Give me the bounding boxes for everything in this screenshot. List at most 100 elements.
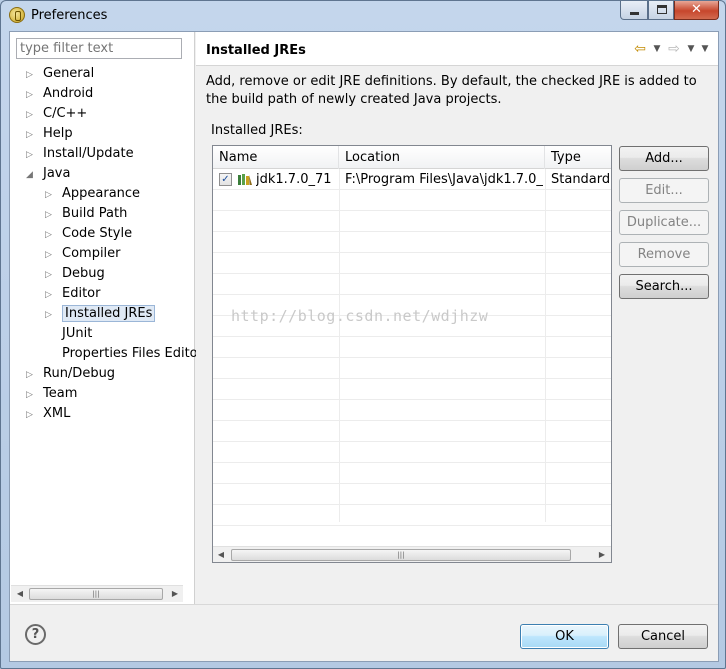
- empty-table-row: [213, 253, 611, 274]
- collapsed-arrow-icon[interactable]: ▷: [24, 365, 35, 385]
- scroll-right-icon[interactable]: ▶: [594, 547, 610, 562]
- scroll-thumb[interactable]: |||: [231, 549, 571, 561]
- tree-item-label: Compiler: [62, 246, 121, 261]
- page-header: Installed JREs ⇦ ▼ ⇨ ▼ ▼: [196, 32, 718, 66]
- preference-tree-pane: ▷ General ▷ Android ▷ C/C++ ▷ Help ▷ Install/Upda…: [10, 32, 198, 604]
- empty-table-row: [213, 190, 611, 211]
- column-header-name[interactable]: Name: [213, 146, 339, 169]
- collapsed-arrow-icon[interactable]: ▷: [43, 305, 54, 325]
- tree-item-label: Code Style: [62, 226, 133, 241]
- tree-item[interactable]: ▷ Appearance: [43, 184, 140, 204]
- tree-item[interactable]: ▷ Compiler: [43, 244, 121, 265]
- tree-item-label: General: [43, 66, 95, 81]
- tree-item[interactable]: ▷ Help: [24, 124, 73, 144]
- empty-table-row: [213, 211, 611, 232]
- tree-item-label: Install/Update: [43, 146, 134, 161]
- page-navigation: ⇦ ▼ ⇨ ▼ ▼: [632, 41, 710, 57]
- collapsed-arrow-icon[interactable]: ▷: [43, 245, 54, 265]
- collapsed-arrow-icon[interactable]: ▷: [43, 265, 54, 285]
- empty-table-row: [213, 379, 611, 400]
- filter-input[interactable]: [16, 38, 182, 59]
- collapsed-arrow-icon[interactable]: ▷: [24, 85, 35, 105]
- table-row[interactable]: ✓ jdk1.7.0_71 F:\Program Files\Java\jdk1.7…: [213, 169, 611, 190]
- back-arrow-icon[interactable]: ⇦: [632, 41, 648, 57]
- collapsed-arrow-icon[interactable]: ▷: [43, 225, 54, 245]
- default-jre-checkbox[interactable]: ✓: [219, 173, 232, 186]
- collapsed-arrow-icon[interactable]: ▷: [24, 105, 35, 125]
- tree-item[interactable]: ▷ Code Style: [43, 224, 132, 244]
- tree-item[interactable]: ▷ Team: [24, 384, 77, 404]
- tree-item[interactable]: ◢ Java: [24, 164, 70, 184]
- maximize-button[interactable]: [648, 1, 674, 20]
- table-horizontal-scrollbar[interactable]: ◀ ||| ▶: [213, 546, 611, 562]
- page-title: Installed JREs: [206, 43, 306, 58]
- expanded-arrow-icon[interactable]: ◢: [24, 165, 35, 185]
- collapsed-arrow-icon[interactable]: ▷: [24, 385, 35, 405]
- empty-table-row: [213, 421, 611, 442]
- jre-library-icon: [238, 174, 252, 185]
- ok-button[interactable]: OK: [520, 624, 609, 649]
- table-header: Name Location Type: [213, 146, 611, 169]
- tree-item-label: Android: [43, 86, 94, 101]
- column-header-type[interactable]: Type: [545, 146, 611, 169]
- tree-item-label: Java: [43, 166, 71, 181]
- page-description: Add, remove or edit JRE definitions. By …: [206, 74, 697, 107]
- tree-item-label: JUnit: [62, 326, 93, 341]
- tree-item[interactable]: ▷ C/C++: [24, 104, 87, 124]
- help-icon[interactable]: ?: [25, 624, 46, 645]
- column-header-location[interactable]: Location: [339, 146, 545, 169]
- tree-item[interactable]: ▷ Editor: [43, 284, 100, 304]
- tree-item[interactable]: ▷ Install/Update: [24, 144, 134, 164]
- tree-item[interactable]: ▷ XML: [24, 404, 70, 424]
- empty-table-row: [213, 505, 611, 526]
- empty-table-row: [213, 274, 611, 295]
- preferences-window: Preferences ✕ ▷ General ▷ Android ▷ C/C++ ▷ Hel…: [0, 0, 726, 669]
- tree-item[interactable]: ▷ Installed JREs: [43, 304, 156, 325]
- title-bar[interactable]: Preferences ✕: [1, 1, 725, 31]
- cancel-button[interactable]: Cancel: [618, 624, 708, 649]
- empty-table-row: [213, 232, 611, 253]
- scroll-left-icon[interactable]: ◀: [12, 586, 28, 602]
- scroll-thumb[interactable]: |||: [29, 588, 163, 600]
- collapsed-arrow-icon[interactable]: ▷: [24, 65, 35, 85]
- window-controls: ✕: [620, 1, 719, 21]
- tree-item[interactable]: ▷ Android: [24, 84, 93, 104]
- close-icon: ✕: [691, 2, 702, 17]
- jre-table-label: Installed JREs:: [211, 123, 303, 138]
- jre-name: jdk1.7.0_71: [256, 172, 332, 187]
- collapsed-arrow-icon[interactable]: ▷: [43, 205, 54, 225]
- close-button[interactable]: ✕: [674, 1, 719, 20]
- collapsed-arrow-icon[interactable]: ▷: [24, 145, 35, 165]
- remove-button[interactable]: Remove: [619, 242, 709, 267]
- tree-horizontal-scrollbar[interactable]: ◀ ||| ▶: [11, 585, 183, 602]
- forward-dropdown-icon[interactable]: ▼: [686, 44, 696, 54]
- collapsed-arrow-icon[interactable]: ▷: [43, 185, 54, 205]
- collapsed-arrow-icon[interactable]: ▷: [24, 405, 35, 425]
- tree-item[interactable]: ▷ Build Path: [43, 204, 127, 224]
- tree-item-label: Appearance: [62, 186, 141, 201]
- window-title: Preferences: [31, 8, 108, 23]
- empty-table-row: [213, 358, 611, 379]
- tree-item[interactable]: ▷ Run/Debug: [24, 364, 115, 384]
- tree-item[interactable]: ▷ General: [24, 64, 94, 84]
- maximize-icon: [657, 5, 667, 14]
- duplicate-button[interactable]: Duplicate...: [619, 210, 709, 235]
- search-button[interactable]: Search...: [619, 274, 709, 299]
- collapsed-arrow-icon[interactable]: ▷: [43, 285, 54, 305]
- scroll-left-icon[interactable]: ◀: [213, 547, 229, 562]
- tree-item[interactable]: ▷Properties Files Edito: [43, 344, 198, 364]
- minimize-button[interactable]: [620, 1, 648, 20]
- view-menu-icon[interactable]: ▼: [700, 44, 710, 54]
- tree-item[interactable]: ▷ Debug: [43, 264, 105, 284]
- collapsed-arrow-icon[interactable]: ▷: [24, 125, 35, 145]
- forward-arrow-icon[interactable]: ⇨: [666, 41, 682, 57]
- back-dropdown-icon[interactable]: ▼: [652, 44, 662, 54]
- add-button[interactable]: Add...: [619, 146, 709, 171]
- tree-item-label: XML: [43, 406, 71, 421]
- empty-table-row: [213, 463, 611, 484]
- edit-button[interactable]: Edit...: [619, 178, 709, 203]
- dialog-client: ▷ General ▷ Android ▷ C/C++ ▷ Help ▷ Install/Upda…: [9, 31, 719, 662]
- scroll-right-icon[interactable]: ▶: [167, 586, 183, 602]
- watermark-text: http://blog.csdn.net/wdjhzw: [231, 307, 489, 325]
- tree-item[interactable]: ▷JUnit: [43, 324, 92, 344]
